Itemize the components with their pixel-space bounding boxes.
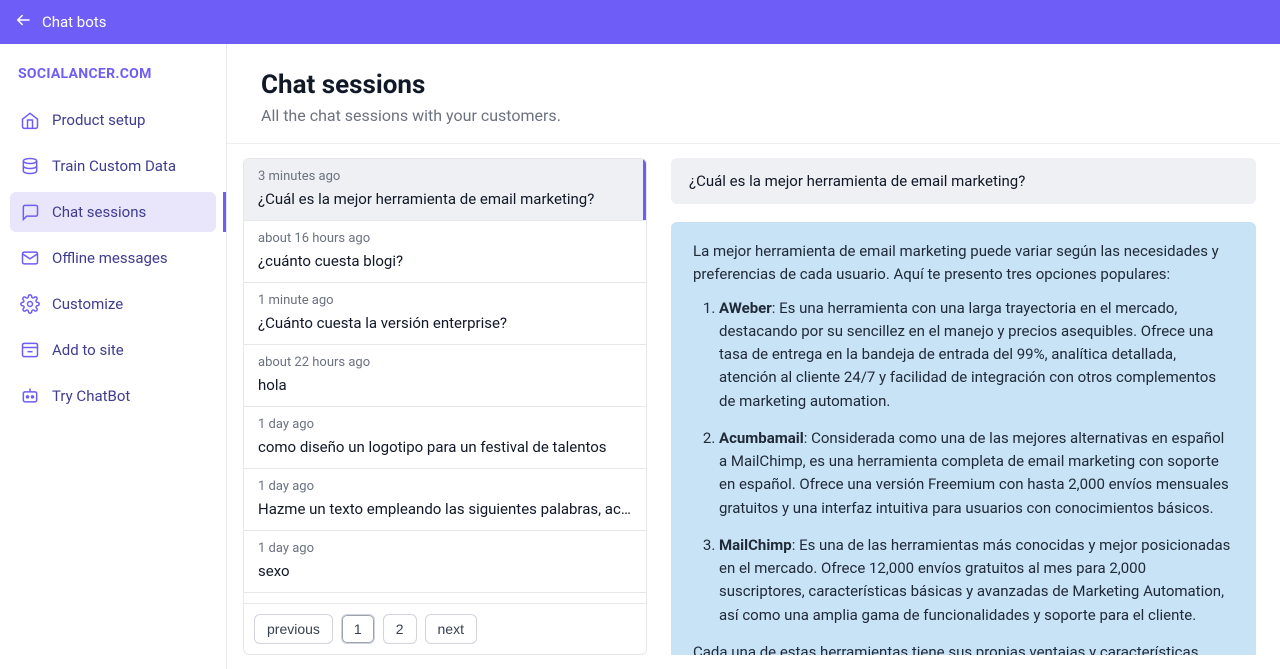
answer-outro: Cada una de estas herramientas tiene sus…	[693, 641, 1234, 655]
session-preview: ¿Cuál es la mejor herramienta de email m…	[258, 190, 632, 208]
nav-label: Add to site	[52, 341, 124, 359]
nav-label: Chat sessions	[52, 203, 146, 221]
session-time: 3 minutes ago	[258, 169, 632, 184]
nav-add-to-site[interactable]: Add to site	[10, 330, 216, 370]
session-preview: ¿Cuánto cuesta la versión enterprise?	[258, 314, 632, 332]
page-subtitle: All the chat sessions with your customer…	[261, 106, 1246, 125]
session-preview: sexo	[258, 562, 632, 580]
session-item[interactable]: about 16 hours ago ¿cuánto cuesta blogi?	[244, 221, 646, 283]
embed-icon	[20, 340, 40, 360]
main-content: Chat sessions All the chat sessions with…	[227, 44, 1280, 669]
nav-label: Try ChatBot	[52, 387, 130, 405]
session-time: 1 minute ago	[258, 293, 632, 308]
session-time: about 16 hours ago	[258, 231, 632, 246]
session-time: about 22 hours ago	[258, 355, 632, 370]
session-item[interactable]: 1 minute ago ¿Cuánto cuesta la versión en…	[244, 283, 646, 345]
nav-customize[interactable]: Customize	[10, 284, 216, 324]
home-icon	[20, 110, 40, 130]
session-item[interactable]: 3 minutes ago ¿Cuál es la mejor herramien…	[244, 159, 646, 221]
answer-list-item: AWeber: Es una herramienta con una larga…	[719, 297, 1234, 413]
session-preview: hola	[258, 376, 632, 394]
nav-product-setup[interactable]: Product setup	[10, 100, 216, 140]
session-item[interactable]: 1 day ago sexo	[244, 531, 646, 593]
page-title: Chat sessions	[261, 70, 1246, 100]
session-time: 1 day ago	[258, 417, 632, 432]
session-item[interactable]: 1 day ago como diseño un logotipo para un…	[244, 407, 646, 469]
sessions-panel: 3 minutes ago ¿Cuál es la mejor herramien…	[243, 158, 647, 655]
topbar-title: Chat bots	[42, 13, 106, 31]
answer-list-item: MailChimp: Es una de las herramientas má…	[719, 534, 1234, 627]
session-item[interactable]: 1 day ago Hazme un texto empleando las si…	[244, 469, 646, 531]
session-item[interactable]: 2 days ago	[244, 593, 646, 603]
nav-try-chatbot[interactable]: Try ChatBot	[10, 376, 216, 416]
mail-icon	[20, 248, 40, 268]
page-header: Chat sessions All the chat sessions with…	[227, 44, 1280, 143]
sessions-list: 3 minutes ago ¿Cuál es la mejor herramien…	[244, 159, 646, 603]
page-1-button[interactable]: 1	[341, 614, 375, 644]
chat-icon	[20, 202, 40, 222]
bot-answer-bubble: La mejor herramienta de email marketing …	[671, 222, 1256, 655]
session-preview: Hazme un texto empleando las siguientes …	[258, 500, 632, 518]
gear-icon	[20, 294, 40, 314]
session-preview: como diseño un logotipo para un festival…	[258, 438, 632, 456]
nav-label: Product setup	[52, 111, 145, 129]
nav-train-data[interactable]: Train Custom Data	[10, 146, 216, 186]
nav-label: Train Custom Data	[52, 157, 176, 175]
session-preview: ¿cuánto cuesta blogi?	[258, 252, 632, 270]
topbar: Chat bots	[0, 0, 1280, 44]
prev-page-button[interactable]: previous	[254, 614, 333, 644]
data-icon	[20, 156, 40, 176]
nav-label: Customize	[52, 295, 123, 313]
session-pager: previous 1 2 next	[244, 603, 646, 654]
brand-name: SOCIALANCER.COM	[10, 66, 216, 100]
answer-list-item: Acumbamail: Considerada como una de las …	[719, 427, 1234, 520]
next-page-button[interactable]: next	[425, 614, 477, 644]
answer-intro: La mejor herramienta de email marketing …	[693, 240, 1234, 287]
page-2-button[interactable]: 2	[383, 614, 417, 644]
user-question-bubble: ¿Cuál es la mejor herramienta de email m…	[671, 158, 1256, 204]
bot-icon	[20, 386, 40, 406]
back-arrow-icon[interactable]	[14, 11, 32, 33]
session-time: 1 day ago	[258, 479, 632, 494]
session-time: 1 day ago	[258, 541, 632, 556]
session-item[interactable]: about 22 hours ago hola	[244, 345, 646, 407]
session-detail: ¿Cuál es la mejor herramienta de email m…	[647, 144, 1280, 655]
nav-label: Offline messages	[52, 249, 168, 267]
nav-offline-messages[interactable]: Offline messages	[10, 238, 216, 278]
nav-chat-sessions[interactable]: Chat sessions	[10, 192, 216, 232]
sidebar: SOCIALANCER.COM Product setup Train Cust…	[0, 44, 227, 669]
